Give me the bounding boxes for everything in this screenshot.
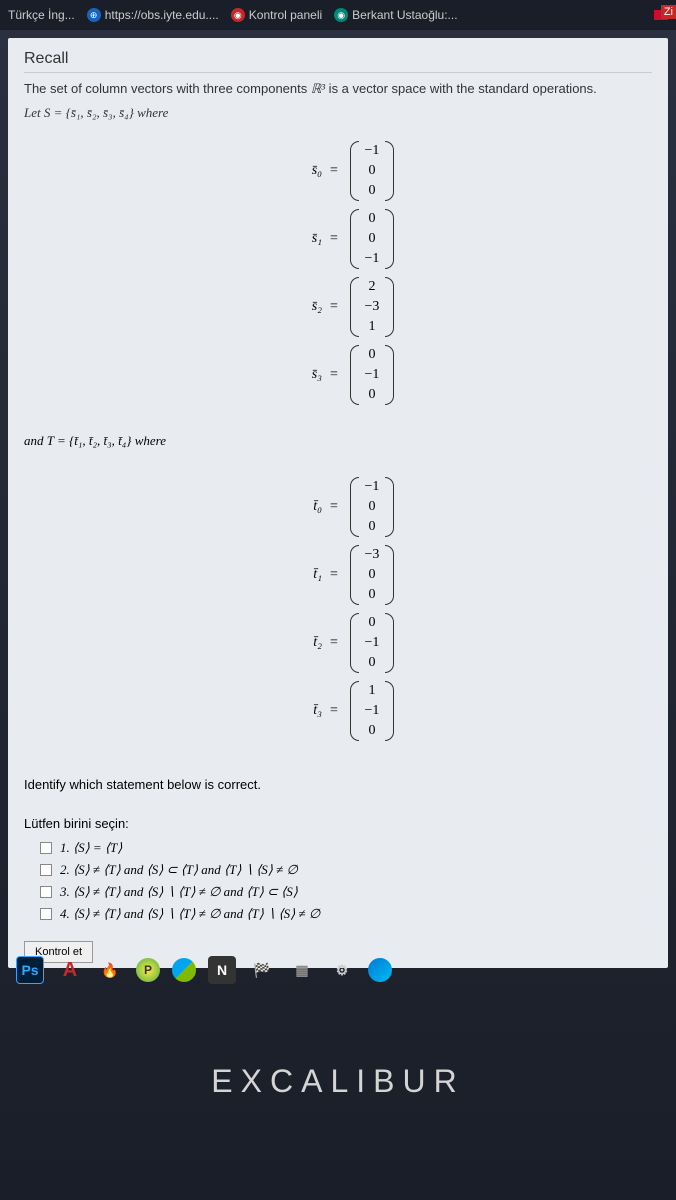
flame-icon[interactable]: 🔥 bbox=[96, 956, 124, 984]
taskbar: Ps A 🔥 P N 🏁 ▦ ⚙ bbox=[8, 950, 668, 990]
microsoft-icon[interactable] bbox=[172, 958, 196, 982]
and-t: and T = {t̄₁, t̄₂, t̄₃, t̄₄} where bbox=[8, 425, 668, 457]
checkbox-icon[interactable] bbox=[40, 908, 52, 920]
globe-icon: ⊕ bbox=[87, 8, 101, 22]
option-4[interactable]: 4. ⟨S⟩ ≠ ⟨T⟩ and ⟨S⟩ ∖ ⟨T⟩ ≠ ∅ and ⟨T⟩ ∖… bbox=[24, 903, 652, 925]
grid-icon[interactable]: ▦ bbox=[288, 956, 316, 984]
question-box: Lütfen birini seçin: 1. ⟨S⟩ = ⟨T⟩ 2. ⟨S⟩… bbox=[8, 808, 668, 933]
recall-title: Recall bbox=[24, 50, 652, 73]
checkbox-icon[interactable] bbox=[40, 864, 52, 876]
browser-tabs: Türkçe İng... ⊕ https://obs.iyte.edu....… bbox=[0, 0, 676, 30]
quiz-content: Recall The set of column vectors with th… bbox=[8, 38, 668, 968]
p-app-icon[interactable]: P bbox=[136, 958, 160, 982]
tab-3[interactable]: ◉ Kontrol paneli bbox=[231, 8, 322, 22]
option-3[interactable]: 3. ⟨S⟩ ≠ ⟨T⟩ and ⟨S⟩ ∖ ⟨T⟩ ≠ ∅ and ⟨T⟩ ⊂… bbox=[24, 881, 652, 903]
autocad-icon[interactable]: A bbox=[56, 956, 84, 984]
let-s: Let S = {s̄₁, s̄₂, s̄₃, s̄₄} where bbox=[24, 105, 652, 121]
laptop-brand: EXCALIBUR bbox=[0, 1063, 676, 1100]
zi-badge: Zi bbox=[661, 5, 676, 19]
flag-icon[interactable]: 🏁 bbox=[248, 956, 276, 984]
checkbox-icon[interactable] bbox=[40, 842, 52, 854]
user-icon: ◉ bbox=[334, 8, 348, 22]
s-vectors: s̄₀ = −1 0 0 s̄₁ = 0 0 −1 s̄₂ = 2 −3 1 bbox=[8, 141, 668, 405]
tab-4[interactable]: ◉ Berkant Ustaoğlu:... bbox=[334, 8, 457, 22]
tab-2[interactable]: ⊕ https://obs.iyte.edu.... bbox=[87, 8, 219, 22]
panel-icon: ◉ bbox=[231, 8, 245, 22]
tab-label: Berkant Ustaoğlu:... bbox=[352, 8, 457, 22]
option-2[interactable]: 2. ⟨S⟩ ≠ ⟨T⟩ and ⟨S⟩ ⊂ ⟨T⟩ and ⟨T⟩ ∖ ⟨S⟩… bbox=[24, 859, 652, 881]
t-vectors: t̄₀ = −1 0 0 t̄₁ = −3 0 0 t̄₂ = 0 −1 0 bbox=[8, 477, 668, 741]
checkbox-icon[interactable] bbox=[40, 886, 52, 898]
n-app-icon[interactable]: N bbox=[208, 956, 236, 984]
gear-icon[interactable]: ⚙ bbox=[328, 956, 356, 984]
tab-label: https://obs.iyte.edu.... bbox=[105, 8, 219, 22]
tab-label: Kontrol paneli bbox=[249, 8, 322, 22]
edge-icon[interactable] bbox=[368, 958, 392, 982]
recall-text-1: The set of column vectors with three com… bbox=[24, 81, 652, 97]
photoshop-icon[interactable]: Ps bbox=[16, 956, 44, 984]
tab-1[interactable]: Türkçe İng... bbox=[8, 8, 75, 22]
question-prompt: Lütfen birini seçin: bbox=[24, 816, 652, 831]
option-1[interactable]: 1. ⟨S⟩ = ⟨T⟩ bbox=[24, 837, 652, 859]
tab-label: Türkçe İng... bbox=[8, 8, 75, 22]
instruction: Identify which statement below is correc… bbox=[8, 761, 668, 808]
